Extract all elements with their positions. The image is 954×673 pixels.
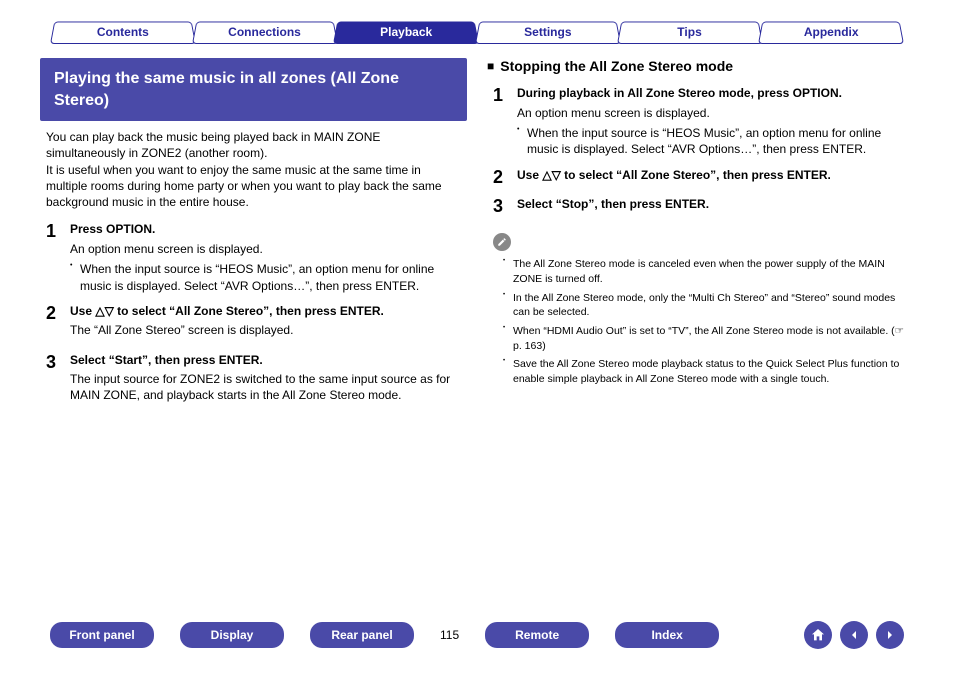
home-icon[interactable] bbox=[804, 621, 832, 649]
bottom-nav: Front panel Display Rear panel 115 Remot… bbox=[0, 621, 954, 649]
step-title: During playback in All Zone Stereo mode,… bbox=[517, 86, 908, 102]
step-desc: The “All Zone Stereo” screen is displaye… bbox=[70, 323, 461, 339]
prev-page-icon[interactable] bbox=[840, 621, 868, 649]
sub-heading: ■ Stopping the All Zone Stereo mode bbox=[487, 58, 914, 74]
right-column: ■ Stopping the All Zone Stereo mode 1 Du… bbox=[487, 58, 914, 418]
square-bullet-icon: ■ bbox=[487, 59, 494, 73]
sub-heading-text: Stopping the All Zone Stereo mode bbox=[500, 58, 733, 74]
remote-button[interactable]: Remote bbox=[485, 622, 589, 648]
tab-connections[interactable]: Connections bbox=[192, 20, 338, 44]
step-3: 3 Select “Start”, then press ENTER. The … bbox=[46, 353, 461, 408]
intro-text: You can play back the music being played… bbox=[40, 129, 467, 210]
left-steps: 1 Press OPTION. An option menu screen is… bbox=[40, 222, 467, 408]
note-item: The All Zone Stereo mode is canceled eve… bbox=[503, 257, 908, 286]
note-item: When “HDMI Audio Out” is set to “TV”, th… bbox=[503, 324, 908, 353]
note-icon bbox=[493, 233, 511, 251]
tab-playback[interactable]: Playback bbox=[333, 20, 479, 44]
step-number: 1 bbox=[46, 222, 70, 294]
front-panel-button[interactable]: Front panel bbox=[50, 622, 154, 648]
tab-appendix[interactable]: Appendix bbox=[758, 20, 904, 44]
right-steps: 1 During playback in All Zone Stereo mod… bbox=[487, 86, 914, 217]
step-desc: The input source for ZONE2 is switched t… bbox=[70, 372, 461, 403]
display-button[interactable]: Display bbox=[180, 622, 284, 648]
step-number: 2 bbox=[493, 168, 517, 188]
note-item: Save the All Zone Stereo mode playback s… bbox=[503, 357, 908, 386]
left-column: Playing the same music in all zones (All… bbox=[40, 58, 467, 418]
tab-settings[interactable]: Settings bbox=[475, 20, 621, 44]
step-bullet: When the input source is “HEOS Music”, a… bbox=[517, 125, 908, 157]
content-area: Playing the same music in all zones (All… bbox=[0, 44, 954, 418]
tab-tips[interactable]: Tips bbox=[617, 20, 763, 44]
page-number: 115 bbox=[440, 628, 459, 642]
index-button[interactable]: Index bbox=[615, 622, 719, 648]
step-bullet: When the input source is “HEOS Music”, a… bbox=[70, 261, 461, 293]
top-nav: Contents Connections Playback Settings T… bbox=[0, 0, 954, 44]
step-desc: An option menu screen is displayed. bbox=[70, 242, 461, 258]
step-title: Press OPTION. bbox=[70, 222, 461, 238]
step-number: 1 bbox=[493, 86, 517, 158]
step-1: 1 During playback in All Zone Stereo mod… bbox=[493, 86, 908, 158]
step-number: 3 bbox=[493, 197, 517, 217]
intro-line-1: You can play back the music being played… bbox=[46, 129, 461, 161]
step-1: 1 Press OPTION. An option menu screen is… bbox=[46, 222, 461, 294]
intro-line-2: It is useful when you want to enjoy the … bbox=[46, 162, 461, 211]
nav-icons bbox=[804, 621, 904, 649]
step-3: 3 Select “Stop”, then press ENTER. bbox=[493, 197, 908, 217]
rear-panel-button[interactable]: Rear panel bbox=[310, 622, 414, 648]
section-heading: Playing the same music in all zones (All… bbox=[40, 58, 467, 121]
tab-contents[interactable]: Contents bbox=[50, 20, 196, 44]
step-title: Use △▽ to select “All Zone Stereo”, then… bbox=[517, 168, 908, 184]
step-title: Select “Stop”, then press ENTER. bbox=[517, 197, 908, 213]
step-number: 2 bbox=[46, 304, 70, 343]
notes-list: The All Zone Stereo mode is canceled eve… bbox=[487, 257, 914, 387]
note-item: In the All Zone Stereo mode, only the “M… bbox=[503, 291, 908, 320]
next-page-icon[interactable] bbox=[876, 621, 904, 649]
step-title: Use △▽ to select “All Zone Stereo”, then… bbox=[70, 304, 461, 320]
step-2: 2 Use △▽ to select “All Zone Stereo”, th… bbox=[46, 304, 461, 343]
step-title: Select “Start”, then press ENTER. bbox=[70, 353, 461, 369]
step-desc: An option menu screen is displayed. bbox=[517, 106, 908, 122]
step-number: 3 bbox=[46, 353, 70, 408]
step-2: 2 Use △▽ to select “All Zone Stereo”, th… bbox=[493, 168, 908, 188]
